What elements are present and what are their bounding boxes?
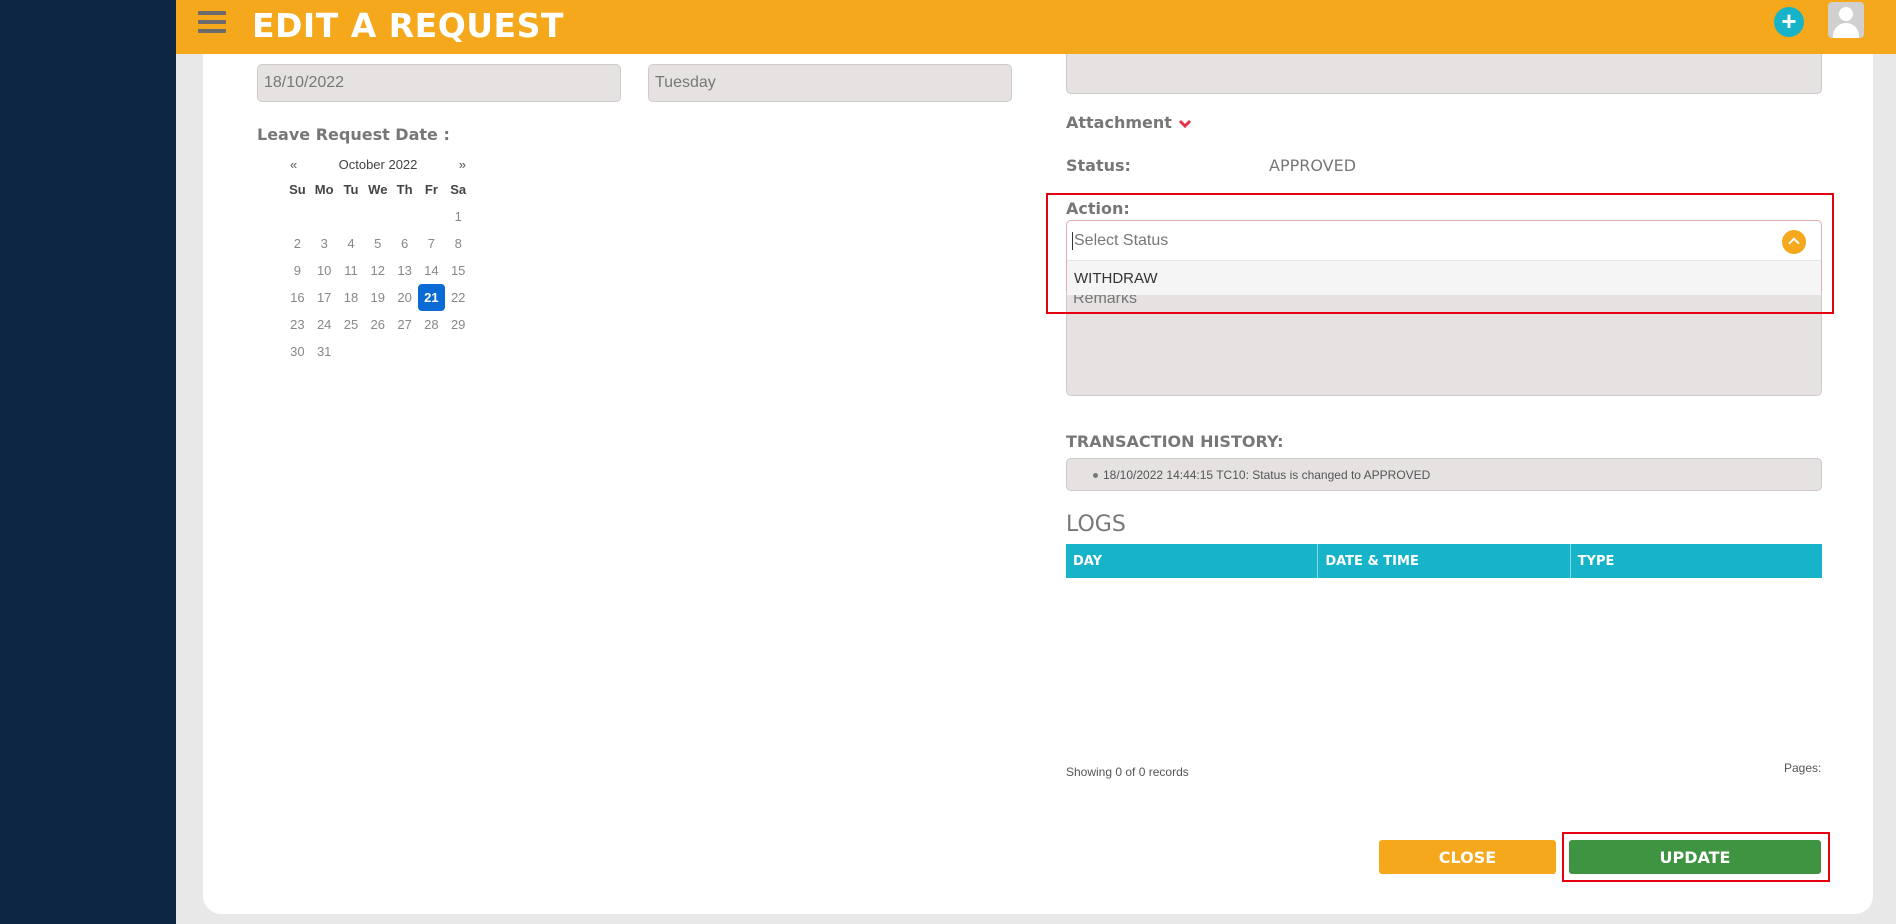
leave-request-date-label: Leave Request Date : bbox=[257, 125, 450, 144]
calendar-empty bbox=[418, 338, 445, 365]
weekday-header: We bbox=[368, 182, 388, 197]
calendar-empty bbox=[311, 203, 338, 230]
calendar-empty bbox=[284, 203, 311, 230]
calendar-empty bbox=[391, 338, 418, 365]
pagination-label: Pages: bbox=[1784, 761, 1822, 775]
add-icon[interactable]: + bbox=[1774, 7, 1804, 37]
date-picker: « October 2022 » Su Mo Tu We Th Fr Sa 1 2 3 4 5 6 7 8 9… bbox=[284, 152, 472, 365]
calendar-day[interactable]: 1 bbox=[445, 203, 472, 230]
calendar-empty bbox=[364, 203, 391, 230]
weekday-header: Su bbox=[289, 182, 306, 197]
calendar-empty bbox=[338, 203, 365, 230]
calendar-day[interactable]: 24 bbox=[311, 311, 338, 338]
calendar-day[interactable]: 31 bbox=[311, 338, 338, 365]
records-count: Showing 0 of 0 records bbox=[1066, 765, 1189, 779]
chevron-down-icon[interactable] bbox=[1178, 119, 1192, 129]
calendar-day[interactable]: 30 bbox=[284, 338, 311, 365]
avatar[interactable] bbox=[1828, 2, 1864, 38]
calendar-day[interactable]: 23 bbox=[284, 311, 311, 338]
weekday-header: Mo bbox=[314, 182, 334, 197]
sidebar bbox=[0, 0, 176, 924]
highlight-action bbox=[1046, 193, 1834, 314]
calendar-month[interactable]: October 2022 bbox=[339, 157, 418, 172]
calendar-day[interactable]: 19 bbox=[364, 284, 391, 311]
calendar-empty bbox=[391, 203, 418, 230]
date-field[interactable]: 18/10/2022 bbox=[257, 64, 621, 102]
calendar-day[interactable]: 8 bbox=[445, 230, 472, 257]
column-day[interactable]: DAY bbox=[1066, 544, 1319, 578]
calendar-day[interactable]: 25 bbox=[338, 311, 365, 338]
weekday-header: Fr bbox=[424, 182, 438, 197]
calendar-day[interactable]: 15 bbox=[445, 257, 472, 284]
calendar-day[interactable]: 11 bbox=[338, 257, 365, 284]
logs-title: LOGS bbox=[1066, 512, 1126, 537]
calendar-header: « October 2022 » bbox=[284, 152, 472, 176]
description-field[interactable] bbox=[1066, 54, 1822, 94]
calendar-day[interactable]: 7 bbox=[418, 230, 445, 257]
logs-table-header: DAY DATE & TIME TYPE bbox=[1066, 544, 1822, 578]
transaction-history-item: 18/10/2022 14:44:15 TC10: Status is chan… bbox=[1066, 458, 1822, 491]
attachment-label[interactable]: Attachment bbox=[1066, 113, 1192, 132]
calendar-day[interactable]: 29 bbox=[445, 311, 472, 338]
calendar-day[interactable]: 12 bbox=[364, 257, 391, 284]
calendar-day[interactable]: 28 bbox=[418, 311, 445, 338]
attachment-text: Attachment bbox=[1066, 113, 1172, 132]
calendar-day[interactable]: 13 bbox=[391, 257, 418, 284]
calendar-day[interactable]: 14 bbox=[418, 257, 445, 284]
calendar-day[interactable]: 6 bbox=[391, 230, 418, 257]
calendar-empty bbox=[364, 338, 391, 365]
status-value: APPROVED bbox=[1269, 156, 1357, 175]
highlight-update bbox=[1562, 832, 1830, 882]
calendar-day[interactable]: 18 bbox=[338, 284, 365, 311]
transaction-history-label: TRANSACTION HISTORY: bbox=[1066, 432, 1284, 451]
menu-icon[interactable] bbox=[198, 11, 226, 35]
day-field[interactable]: Tuesday bbox=[648, 64, 1012, 102]
next-month-button[interactable]: » bbox=[459, 157, 472, 172]
weekday-header: Tu bbox=[343, 182, 359, 197]
calendar-day[interactable]: 4 bbox=[338, 230, 365, 257]
weekday-header: Th bbox=[396, 182, 413, 197]
calendar-empty bbox=[445, 338, 472, 365]
weekday-header: Sa bbox=[450, 182, 467, 197]
calendar-day[interactable]: 17 bbox=[311, 284, 338, 311]
calendar-day[interactable]: 16 bbox=[284, 284, 311, 311]
calendar-day[interactable]: 3 bbox=[311, 230, 338, 257]
column-date-time[interactable]: DATE & TIME bbox=[1318, 544, 1571, 578]
prev-month-button[interactable]: « bbox=[284, 157, 297, 172]
calendar-day[interactable]: 10 bbox=[311, 257, 338, 284]
calendar-day[interactable]: 20 bbox=[391, 284, 418, 311]
calendar-grid: Su Mo Tu We Th Fr Sa 1 2 3 4 5 6 7 8 9 10 11 12 13 14 15 16 17 1… bbox=[284, 176, 472, 365]
calendar-day[interactable]: 26 bbox=[364, 311, 391, 338]
calendar-day[interactable]: 9 bbox=[284, 257, 311, 284]
column-type[interactable]: TYPE bbox=[1571, 544, 1822, 578]
close-button[interactable]: CLOSE bbox=[1379, 840, 1556, 874]
calendar-day[interactable]: 21 bbox=[417, 284, 445, 311]
page-title: EDIT A REQUEST bbox=[252, 6, 564, 45]
calendar-day[interactable]: 2 bbox=[284, 230, 311, 257]
top-bar: EDIT A REQUEST + bbox=[176, 0, 1896, 54]
calendar-empty bbox=[338, 338, 365, 365]
calendar-day[interactable]: 5 bbox=[364, 230, 391, 257]
calendar-day[interactable]: 27 bbox=[391, 311, 418, 338]
calendar-day[interactable]: 22 bbox=[445, 284, 472, 311]
calendar-empty bbox=[418, 203, 445, 230]
status-label: Status: bbox=[1066, 156, 1131, 175]
